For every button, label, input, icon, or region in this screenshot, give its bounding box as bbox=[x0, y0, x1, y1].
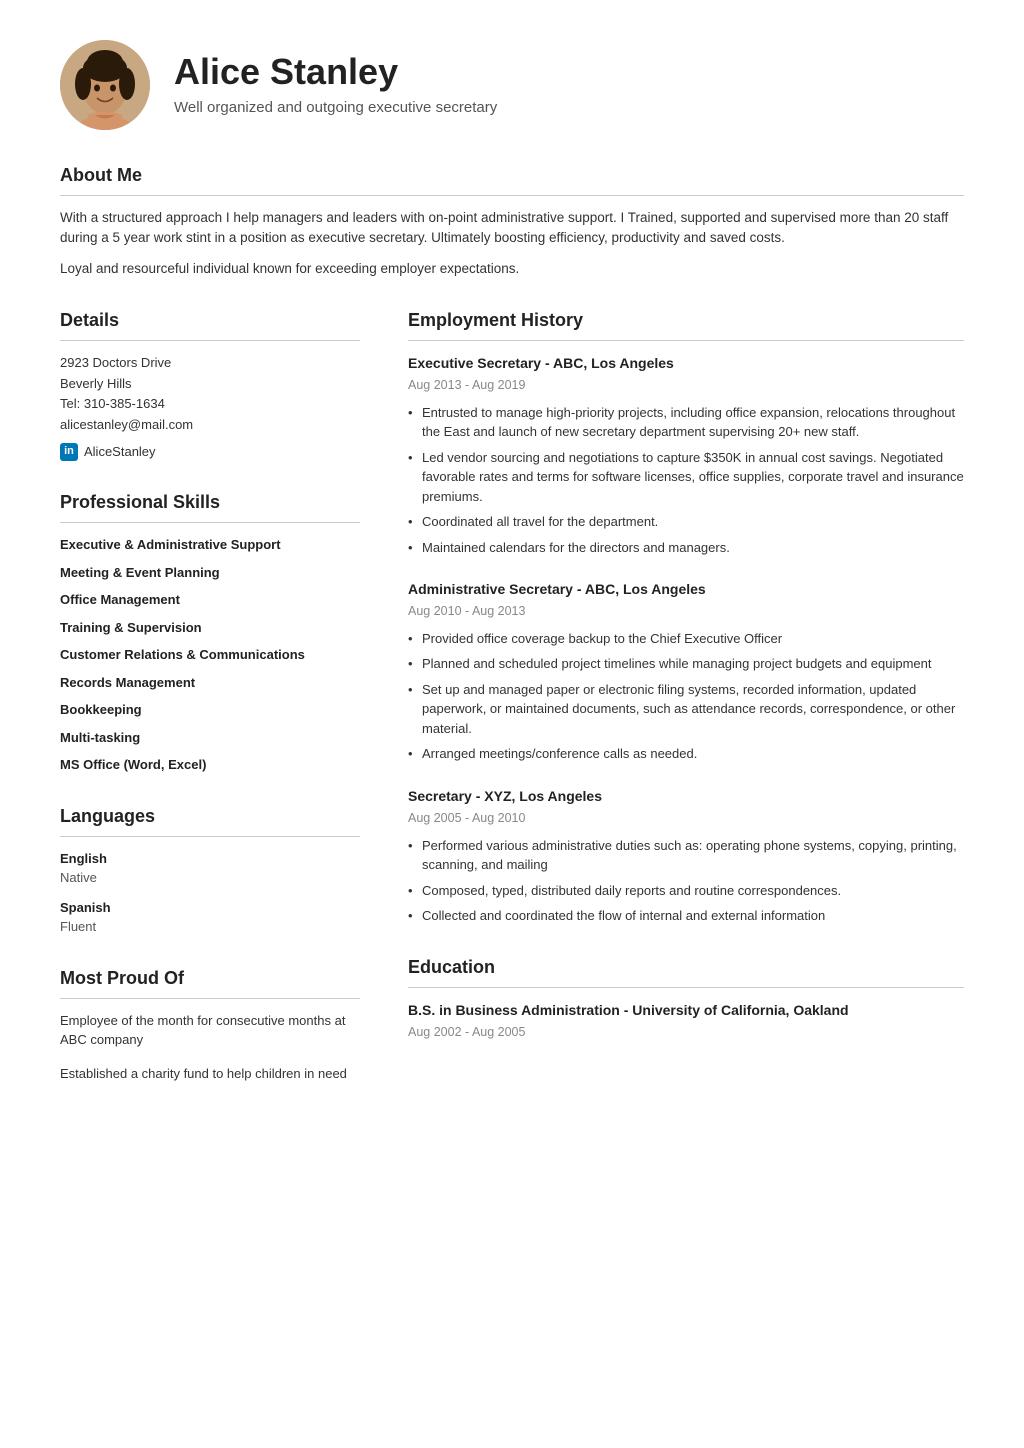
languages-section: Languages English Native Spanish Fluent bbox=[60, 803, 360, 937]
details-section: Details 2923 Doctors Drive Beverly Hills… bbox=[60, 307, 360, 462]
proud-item-1: Established a charity fund to help child… bbox=[60, 1064, 360, 1084]
resume-header: Alice Stanley Well organized and outgoin… bbox=[60, 40, 964, 130]
language-1: Spanish Fluent bbox=[60, 898, 360, 937]
address-line1: 2923 Doctors Drive bbox=[60, 353, 360, 374]
skill-1: Meeting & Event Planning bbox=[60, 563, 360, 583]
job-1: Administrative Secretary - ABC, Los Ange… bbox=[408, 579, 964, 764]
about-title: About Me bbox=[60, 162, 964, 196]
job-title-1: Administrative Secretary - ABC, Los Ange… bbox=[408, 579, 964, 600]
address-line2: Beverly Hills bbox=[60, 374, 360, 395]
skill-7: Multi-tasking bbox=[60, 728, 360, 748]
skill-8: MS Office (Word, Excel) bbox=[60, 755, 360, 775]
languages-title: Languages bbox=[60, 803, 360, 837]
edu-0: B.S. in Business Administration - Univer… bbox=[408, 1000, 964, 1042]
education-section: Education B.S. in Business Administratio… bbox=[408, 954, 964, 1042]
linkedin-row: in AliceStanley bbox=[60, 442, 360, 462]
phone: Tel: 310-385-1634 bbox=[60, 394, 360, 415]
job-dates-1: Aug 2010 - Aug 2013 bbox=[408, 602, 964, 621]
job-1-bullet-1: Planned and scheduled project timelines … bbox=[408, 654, 964, 674]
job-2-bullet-0: Performed various administrative duties … bbox=[408, 836, 964, 875]
about-para-2: Loyal and resourceful individual known f… bbox=[60, 259, 964, 279]
language-level-0: Native bbox=[60, 868, 360, 888]
job-0: Executive Secretary - ABC, Los Angeles A… bbox=[408, 353, 964, 557]
linkedin-icon: in bbox=[60, 443, 78, 461]
job-1-bullet-0: Provided office coverage backup to the C… bbox=[408, 629, 964, 649]
candidate-name: Alice Stanley bbox=[174, 50, 497, 93]
education-title: Education bbox=[408, 954, 964, 988]
avatar bbox=[60, 40, 150, 130]
job-1-bullet-2: Set up and managed paper or electronic f… bbox=[408, 680, 964, 739]
job-0-bullet-3: Maintained calendars for the directors a… bbox=[408, 538, 964, 558]
proud-item-0: Employee of the month for consecutive mo… bbox=[60, 1011, 360, 1050]
language-name-0: English bbox=[60, 849, 360, 869]
job-0-bullet-1: Led vendor sourcing and negotiations to … bbox=[408, 448, 964, 507]
skill-3: Training & Supervision bbox=[60, 618, 360, 638]
email: alicestanley@mail.com bbox=[60, 415, 360, 436]
job-2-bullet-2: Collected and coordinated the flow of in… bbox=[408, 906, 964, 926]
skill-2: Office Management bbox=[60, 590, 360, 610]
left-column: Details 2923 Doctors Drive Beverly Hills… bbox=[60, 307, 360, 1112]
employment-title: Employment History bbox=[408, 307, 964, 341]
candidate-subtitle: Well organized and outgoing executive se… bbox=[174, 97, 497, 120]
job-title-2: Secretary - XYZ, Los Angeles bbox=[408, 786, 964, 807]
about-section: About Me With a structured approach I he… bbox=[60, 162, 964, 279]
job-bullets-2: Performed various administrative duties … bbox=[408, 836, 964, 926]
job-bullets-0: Entrusted to manage high-priority projec… bbox=[408, 403, 964, 558]
proud-title: Most Proud Of bbox=[60, 965, 360, 999]
skills-title: Professional Skills bbox=[60, 489, 360, 523]
skill-5: Records Management bbox=[60, 673, 360, 693]
right-column: Employment History Executive Secretary -… bbox=[408, 307, 964, 1112]
two-column-layout: Details 2923 Doctors Drive Beverly Hills… bbox=[60, 307, 964, 1112]
language-level-1: Fluent bbox=[60, 917, 360, 937]
job-0-bullet-0: Entrusted to manage high-priority projec… bbox=[408, 403, 964, 442]
edu-dates-0: Aug 2002 - Aug 2005 bbox=[408, 1023, 964, 1042]
job-1-bullet-3: Arranged meetings/conference calls as ne… bbox=[408, 744, 964, 764]
language-name-1: Spanish bbox=[60, 898, 360, 918]
job-dates-2: Aug 2005 - Aug 2010 bbox=[408, 809, 964, 828]
job-dates-0: Aug 2013 - Aug 2019 bbox=[408, 376, 964, 395]
language-0: English Native bbox=[60, 849, 360, 888]
job-0-bullet-2: Coordinated all travel for the departmen… bbox=[408, 512, 964, 532]
employment-section: Employment History Executive Secretary -… bbox=[408, 307, 964, 926]
skill-6: Bookkeeping bbox=[60, 700, 360, 720]
skill-0: Executive & Administrative Support bbox=[60, 535, 360, 555]
job-bullets-1: Provided office coverage backup to the C… bbox=[408, 629, 964, 764]
linkedin-handle: AliceStanley bbox=[84, 442, 156, 462]
job-2-bullet-1: Composed, typed, distributed daily repor… bbox=[408, 881, 964, 901]
about-para-1: With a structured approach I help manage… bbox=[60, 208, 964, 249]
edu-title-0: B.S. in Business Administration - Univer… bbox=[408, 1000, 964, 1021]
details-title: Details bbox=[60, 307, 360, 341]
proud-section: Most Proud Of Employee of the month for … bbox=[60, 965, 360, 1084]
skills-section: Professional Skills Executive & Administ… bbox=[60, 489, 360, 775]
job-2: Secretary - XYZ, Los Angeles Aug 2005 - … bbox=[408, 786, 964, 926]
header-text: Alice Stanley Well organized and outgoin… bbox=[174, 50, 497, 120]
job-title-0: Executive Secretary - ABC, Los Angeles bbox=[408, 353, 964, 374]
skill-4: Customer Relations & Communications bbox=[60, 645, 360, 665]
